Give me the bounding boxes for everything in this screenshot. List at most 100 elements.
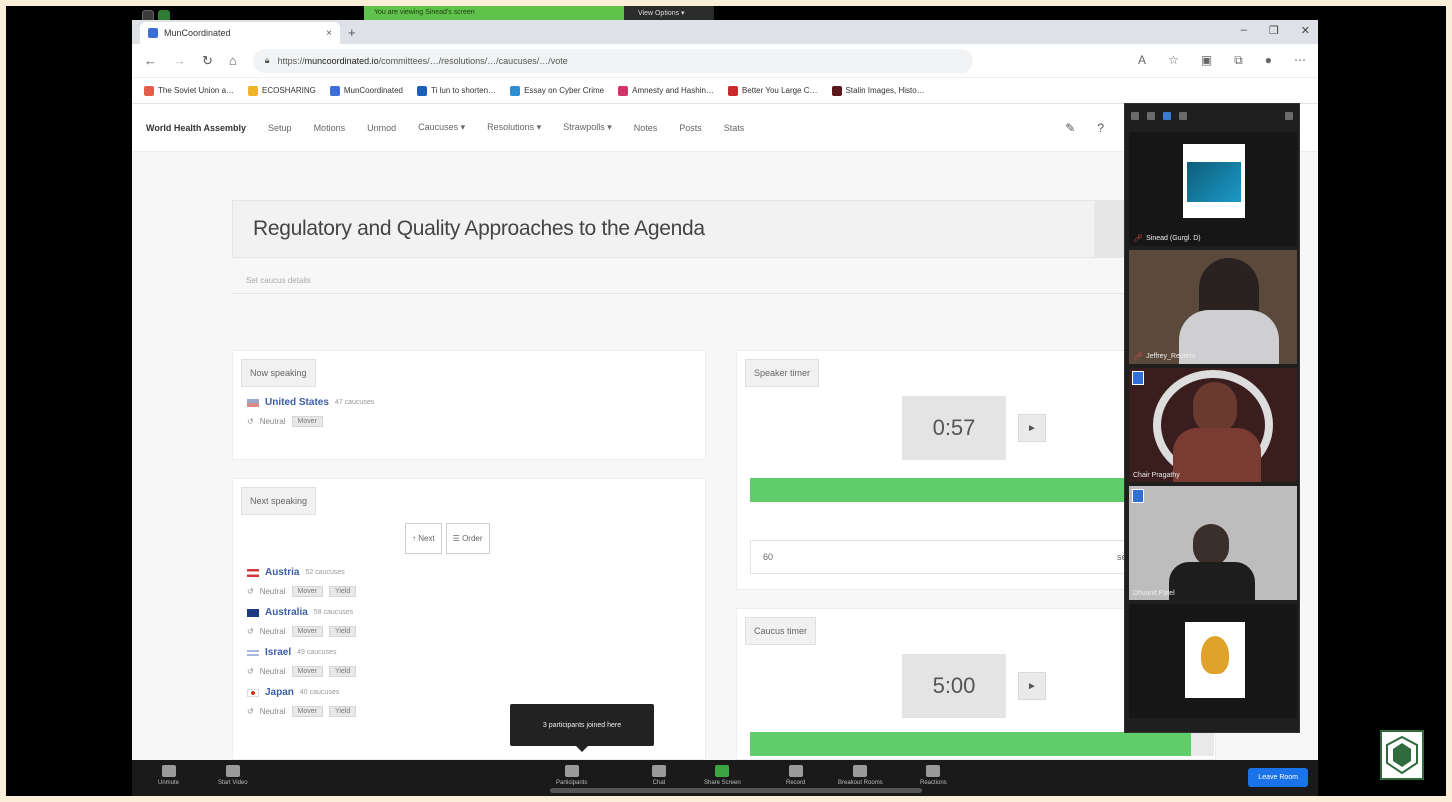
caucus-topic-field[interactable]: Regulatory and Quality Approaches to the… (232, 200, 1102, 258)
bookmark-item[interactable]: Essay on Cyber Crime (510, 85, 604, 96)
yield-chip[interactable]: Yield (328, 626, 357, 637)
mover-chip[interactable]: Mover (291, 706, 323, 717)
nav-strawpolls[interactable]: Strawpolls ▾ (563, 122, 612, 133)
nav-posts[interactable]: Posts (679, 123, 702, 133)
speaker-country[interactable]: United States (265, 397, 329, 408)
panel-header (1125, 104, 1299, 128)
reactions-icon (926, 765, 941, 777)
nav-setup[interactable]: Setup (268, 123, 292, 133)
speaker-country[interactable]: Japan (265, 687, 294, 698)
speaker-meta: ↺ Neutral Mover Yield (247, 586, 705, 597)
video-tile[interactable] (1129, 604, 1297, 718)
speaker-country[interactable]: Israel (265, 647, 291, 658)
participant-name-label: 🎤︎ Jeffrey_Reuters (1133, 352, 1195, 361)
bookmark-label: Stalin Images, Histo… (845, 86, 925, 95)
bookmark-item[interactable]: Better You Large C… (727, 85, 818, 96)
bookmark-icon (248, 85, 259, 96)
yield-chip[interactable]: Yield (328, 586, 357, 597)
share-icon[interactable]: ✎ (1065, 121, 1075, 135)
extensions-icon[interactable]: ⧉ (1234, 53, 1243, 68)
profile-avatar-icon[interactable]: ● (1265, 53, 1272, 68)
view-options-button[interactable]: View Options ▾ (624, 6, 714, 20)
reactions-label: Reactions (920, 780, 947, 786)
mover-chip[interactable]: Mover (291, 666, 323, 677)
leave-room-button[interactable]: Leave Room (1248, 768, 1308, 787)
more-menu-icon[interactable]: ⋯ (1294, 53, 1306, 68)
home-icon[interactable]: ⌂ (229, 53, 237, 68)
video-tile[interactable]: Dhvanit Patel (1129, 486, 1297, 600)
speaker-stance[interactable]: Neutral (260, 707, 286, 716)
order-speakers-button[interactable]: ☰ Order (445, 523, 490, 554)
bookmark-icon (329, 85, 340, 96)
panel-expand-icon[interactable] (1285, 112, 1293, 120)
caucus-details-field[interactable]: Set caucus details (232, 264, 1172, 294)
speaker-stance[interactable]: Neutral (260, 587, 286, 596)
pin-icon[interactable] (1132, 489, 1144, 503)
new-tab-button[interactable]: + (348, 25, 356, 40)
browser-tab[interactable]: MunCoordinated × (140, 22, 340, 44)
back-icon[interactable]: ← (144, 53, 157, 68)
bookmark-item[interactable]: The Soviet Union a… (144, 85, 234, 96)
bookmark-item[interactable]: Stalin Images, Histo… (831, 85, 925, 96)
app-brand[interactable]: World Health Assembly (146, 123, 246, 133)
panel-view-icon[interactable] (1147, 112, 1155, 120)
video-tile[interactable]: Chair Pragathy (1129, 368, 1297, 482)
bookmark-item[interactable]: ECOSHARING (248, 85, 316, 96)
bookmark-item[interactable]: Amnesty and Hashin… (618, 85, 714, 96)
bookmark-item[interactable]: MunCoordinated (329, 85, 403, 96)
speaker-stance[interactable]: Neutral (260, 417, 286, 426)
caucus-timer-progress-fill (750, 732, 1191, 756)
bookmark-item[interactable]: Ti lun to shorten… (417, 85, 496, 96)
speaker-chip[interactable]: Mover (291, 416, 323, 427)
mover-chip[interactable]: Mover (291, 586, 323, 597)
speaker-country[interactable]: Australia (265, 607, 308, 618)
nav-unmod[interactable]: Unmod (367, 123, 396, 133)
close-tab-icon[interactable]: × (326, 28, 332, 39)
zoom-participants-panel: 🎤︎ Sinead (Gurgl. D) 🎤︎ Jeffrey_Reuters Ch… (1124, 103, 1300, 733)
browser-tabbar: MunCoordinated × + – ❐ ✕ (132, 20, 1318, 44)
video-tile[interactable]: 🎤︎ Jeffrey_Reuters (1129, 250, 1297, 364)
speaker-country[interactable]: Austria (265, 567, 299, 578)
participant-name: Dhvanit Patel (1133, 590, 1175, 597)
nav-resolutions[interactable]: Resolutions ▾ (487, 122, 541, 133)
pin-icon[interactable] (1132, 371, 1144, 385)
mover-chip[interactable]: Mover (291, 626, 323, 637)
start-video-button[interactable]: Start Video (218, 765, 248, 786)
address-bar[interactable]: 🔒︎ https://muncoordinated.io/committees/… (252, 48, 973, 73)
collections-icon[interactable]: ▣ (1201, 53, 1212, 68)
breakout-rooms-button[interactable]: Breakout Rooms (838, 765, 883, 786)
record-button[interactable]: Record (786, 765, 805, 786)
caucus-timer-display[interactable]: 5:00 (902, 654, 1006, 718)
nav-motions[interactable]: Motions (314, 123, 346, 133)
close-window-icon[interactable]: ✕ (1301, 24, 1310, 37)
yield-chip[interactable]: Yield (328, 706, 357, 717)
stance-icon: ↺ (247, 417, 254, 426)
participants-button[interactable]: Participants (556, 765, 587, 786)
next-speaker-button[interactable]: ↑ Next (405, 523, 442, 554)
speaker-stance[interactable]: Neutral (260, 667, 286, 676)
maximize-icon[interactable]: ❐ (1269, 24, 1279, 37)
caucus-timer-toggle-button[interactable]: ► (1018, 672, 1046, 700)
panel-gallery-icon[interactable] (1163, 112, 1171, 120)
panel-minimize-icon[interactable] (1131, 112, 1139, 120)
panel-speaker-icon[interactable] (1179, 112, 1187, 120)
reload-icon[interactable]: ↻ (202, 53, 213, 69)
video-tile[interactable]: 🎤︎ Sinead (Gurgl. D) (1129, 132, 1297, 246)
nav-notes[interactable]: Notes (634, 123, 658, 133)
nav-stats[interactable]: Stats (724, 123, 745, 133)
forward-icon[interactable]: → (173, 53, 186, 68)
speaker-stance[interactable]: Neutral (260, 627, 286, 636)
nav-caucuses[interactable]: Caucuses ▾ (418, 122, 465, 133)
share-screen-button[interactable]: Share Screen (704, 765, 741, 786)
read-aloud-icon[interactable]: A (1138, 53, 1146, 68)
chat-button[interactable]: Chat (652, 765, 666, 786)
speaker-timer-toggle-button[interactable]: ► (1018, 414, 1046, 442)
minimize-icon[interactable]: – (1241, 24, 1247, 37)
favorite-star-icon[interactable]: ☆ (1168, 53, 1179, 68)
toolbar-scrollbar[interactable] (550, 788, 922, 793)
yield-chip[interactable]: Yield (328, 666, 357, 677)
unmute-button[interactable]: Unmute (158, 765, 179, 786)
speaker-timer-display[interactable]: 0:57 (902, 396, 1006, 460)
reactions-button[interactable]: Reactions (920, 765, 947, 786)
help-icon[interactable]: ? (1097, 121, 1104, 135)
